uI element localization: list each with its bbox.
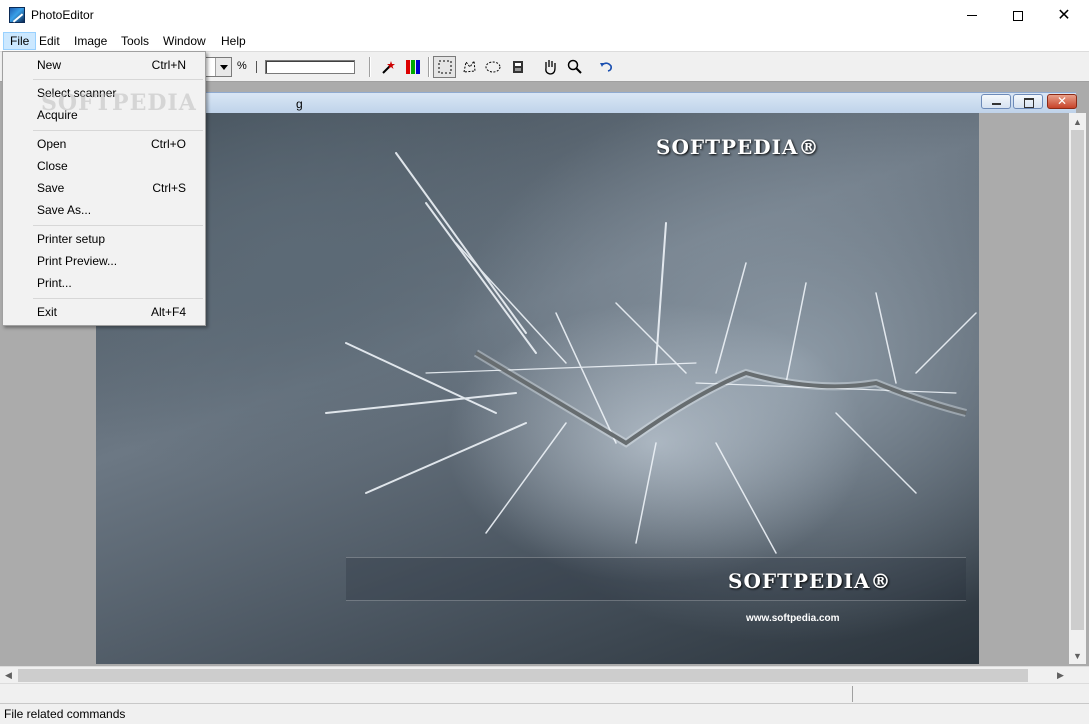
menu-item-open[interactable]: Open Ctrl+O — [4, 133, 204, 155]
watermark-logo-top: SOFTPEDIA® — [656, 135, 820, 159]
zoom-tool-button[interactable] — [563, 56, 586, 78]
info-strip — [0, 683, 1089, 703]
lasso-select-button[interactable] — [457, 56, 480, 78]
close-icon: ✕ — [1057, 94, 1068, 108]
window-title: PhotoEditor — [31, 8, 94, 22]
menu-item-new[interactable]: New Ctrl+N — [4, 54, 204, 76]
menu-item-shortcut: Ctrl+S — [152, 181, 186, 195]
menu-item-label: Printer setup — [37, 232, 106, 246]
menu-item-printer-setup[interactable]: Printer setup — [4, 228, 204, 250]
slider-tick — [256, 61, 258, 73]
menu-item-close[interactable]: Close — [4, 155, 204, 177]
status-text: File related commands — [4, 707, 126, 721]
horizontal-scroll-thumb[interactable] — [18, 669, 1028, 682]
ellipse-select-icon — [485, 61, 500, 73]
undo-button[interactable] — [594, 56, 617, 78]
undo-icon — [599, 62, 612, 72]
menu-separator — [33, 225, 203, 226]
rect-select-icon — [438, 60, 451, 74]
zoom-unit-label: % — [237, 60, 247, 72]
info-panel — [852, 686, 1087, 702]
menu-window[interactable]: Window — [157, 32, 212, 50]
magic-wand-icon — [381, 61, 395, 74]
status-bar: File related commands — [0, 703, 1089, 724]
menu-item-print[interactable]: Print... — [4, 272, 204, 294]
menu-item-save[interactable]: Save Ctrl+S — [4, 177, 204, 199]
hand-tool-button[interactable] — [538, 56, 561, 78]
scroll-corner — [1069, 667, 1089, 684]
menu-watermark: SOFTPEDIA — [41, 90, 197, 116]
menu-item-label: Exit — [37, 305, 58, 319]
menu-bar: File Edit Image Tools Window Help — [0, 31, 1089, 51]
scroll-down-icon[interactable]: ▼ — [1069, 647, 1086, 664]
file-menu-dropdown: New Ctrl+N Select scanner Acquire SOFTPE… — [2, 51, 206, 326]
menu-item-exit[interactable]: Exit Alt+F4 — [4, 301, 204, 323]
menu-item-label: Print Preview... — [37, 254, 118, 268]
scroll-up-icon[interactable]: ▲ — [1069, 113, 1086, 130]
document-restore-button[interactable] — [1013, 94, 1043, 109]
magic-wand-button[interactable] — [376, 56, 399, 78]
menu-item-print-preview[interactable]: Print Preview... — [4, 250, 204, 272]
maximize-icon — [1013, 10, 1023, 21]
menu-item-label: Open — [37, 137, 67, 151]
chevron-down-icon — [215, 58, 231, 76]
magnifier-icon — [567, 59, 582, 74]
menu-separator — [33, 130, 203, 131]
zoom-slider[interactable] — [265, 60, 355, 74]
scroll-left-icon[interactable]: ◀ — [0, 667, 17, 684]
menu-tools[interactable]: Tools — [115, 32, 155, 50]
menu-item-shortcut: Ctrl+N — [151, 58, 186, 72]
zoom-select[interactable] — [205, 57, 232, 77]
lasso-icon — [462, 59, 476, 73]
stamp-icon — [512, 61, 523, 73]
stamp-tool-button[interactable] — [506, 56, 529, 78]
app-icon[interactable] — [9, 7, 25, 23]
menu-file[interactable]: File — [3, 32, 37, 50]
scroll-right-icon[interactable]: ▶ — [1052, 667, 1069, 684]
horizontal-scrollbar[interactable]: ◀ ▶ — [0, 666, 1089, 684]
minimize-icon — [967, 15, 977, 16]
title-bar: PhotoEditor ✕ — [0, 0, 1089, 31]
minimize-button[interactable] — [949, 0, 995, 31]
close-button[interactable]: ✕ — [1041, 0, 1087, 31]
watermark-url: www.softpedia.com — [746, 613, 840, 624]
menu-separator — [33, 298, 203, 299]
color-balance-button[interactable] — [401, 56, 424, 78]
document-minimize-button[interactable] — [981, 94, 1011, 109]
watermark-logo-bottom: SOFTPEDIA® — [728, 569, 892, 593]
vertical-scroll-thumb[interactable] — [1071, 130, 1084, 630]
menu-edit[interactable]: Edit — [33, 32, 66, 50]
close-icon: ✕ — [1057, 6, 1071, 24]
menu-image[interactable]: Image — [68, 32, 113, 50]
menu-item-label: Save — [37, 181, 65, 195]
image-canvas[interactable]: SOFTPEDIA® SOFTPEDIA® www.softpedia.com — [96, 113, 979, 664]
rect-select-button[interactable] — [433, 56, 456, 78]
document-close-button[interactable]: ✕ — [1047, 94, 1077, 109]
document-title: g — [296, 97, 303, 111]
vertical-scrollbar[interactable]: ▲ ▼ — [1069, 113, 1086, 664]
menu-item-label: New — [37, 58, 62, 72]
menu-help[interactable]: Help — [215, 32, 252, 50]
menu-item-label: Save As... — [37, 203, 92, 217]
menu-item-shortcut: Ctrl+O — [150, 137, 186, 151]
document-title-bar: g — [96, 92, 1076, 113]
maximize-button[interactable] — [995, 0, 1041, 31]
menu-item-label: Print... — [37, 276, 72, 290]
toolbar-separator — [369, 57, 371, 77]
color-bars-icon — [405, 60, 420, 74]
menu-separator — [33, 79, 203, 80]
menu-item-shortcut: Alt+F4 — [150, 305, 186, 319]
toolbar-separator — [428, 57, 430, 77]
menu-item-save-as[interactable]: Save As... — [4, 199, 204, 221]
menu-item-label: Close — [37, 159, 68, 173]
ellipse-select-button[interactable] — [481, 56, 504, 78]
hand-icon — [544, 60, 556, 75]
